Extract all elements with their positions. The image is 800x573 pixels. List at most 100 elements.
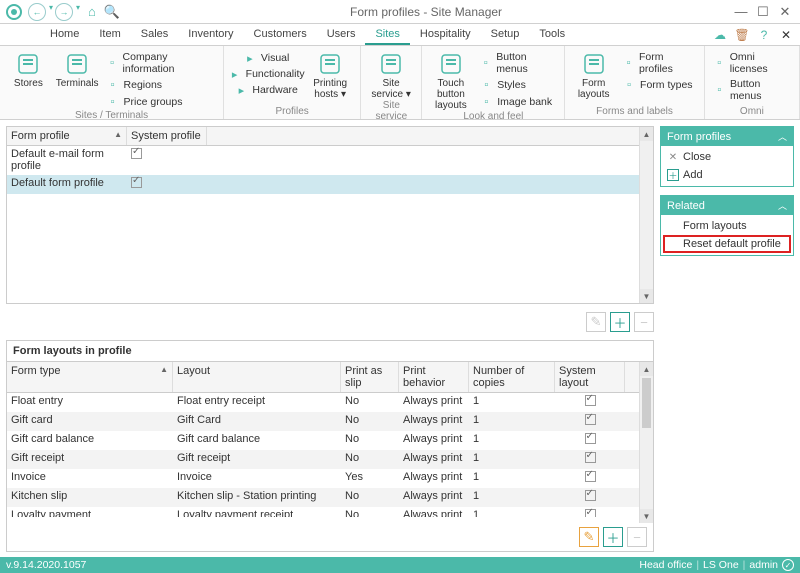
tab-setup[interactable]: Setup [481, 25, 530, 45]
column-header[interactable]: Print behavior [399, 362, 469, 392]
table-row[interactable]: Default form profile [7, 175, 653, 194]
table-row[interactable]: Default e-mail form profile [7, 146, 653, 175]
minimize-button[interactable]: — [732, 3, 750, 21]
ribbon-button[interactable]: Stores [6, 48, 51, 110]
ribbon-group: ▫Omni licenses▫Button menus Omni [705, 46, 800, 119]
ribbon-button[interactable]: Terminals [55, 48, 100, 110]
checkbox-icon [585, 509, 596, 517]
add-button[interactable]: ＋ [610, 312, 630, 332]
maximize-button[interactable]: ☐ [754, 3, 772, 21]
column-header[interactable]: System layout [555, 362, 625, 392]
remove-button[interactable]: − [634, 312, 654, 332]
edit-layout-button[interactable]: ✎ [579, 527, 599, 547]
search-icon[interactable]: 🔍 [104, 4, 120, 20]
column-header[interactable]: Form type▲ [7, 362, 173, 392]
table-row[interactable]: Gift card balanceGift card balanceNoAlwa… [7, 431, 653, 450]
ribbon-small-button[interactable]: ▫Styles [477, 77, 558, 93]
form-profiles-grid: Form profile▲System profile Default e-ma… [6, 126, 654, 304]
ribbon-small-button[interactable]: ▫Form types [620, 77, 698, 93]
ribbon-small-button[interactable]: ▫Omni licenses [711, 50, 793, 76]
table-row[interactable]: InvoiceInvoiceYesAlways print1 [7, 469, 653, 488]
home-icon[interactable]: ⌂ [88, 4, 96, 19]
trash-icon[interactable]: 🗑 [734, 27, 750, 43]
ribbon-group-label: Omni [711, 106, 793, 119]
column-header[interactable]: Number of copies [469, 362, 555, 392]
table-row[interactable]: Gift cardGift CardNoAlways print1 [7, 412, 653, 431]
ribbon-group: Form layouts▫Form profiles▫Form types For… [565, 46, 704, 119]
collapse-icon[interactable]: ︿ [778, 199, 787, 212]
status-segment: admin [749, 559, 778, 571]
tab-tools[interactable]: Tools [529, 25, 575, 45]
checkbox-icon [585, 490, 596, 501]
nav-forward-dropdown[interactable]: ▾ [76, 3, 80, 21]
scroll-down-icon[interactable]: ▼ [640, 509, 653, 523]
ribbon-small-button[interactable]: ▫Form profiles [620, 50, 698, 76]
table-row[interactable]: Kitchen slipKitchen slip - Station print… [7, 488, 653, 507]
ribbon-button[interactable]: Printing hosts ▾ [306, 48, 354, 106]
ribbon-small-button[interactable]: ▫Button menus [711, 77, 793, 103]
column-header[interactable]: Form profile▲ [7, 127, 127, 145]
table-row[interactable]: Float entryFloat entry receiptNoAlways p… [7, 393, 653, 412]
side-item[interactable]: ＋Add [663, 166, 791, 184]
scroll-thumb[interactable] [642, 378, 651, 428]
tab-home[interactable]: Home [40, 25, 89, 45]
ribbon-small-button[interactable]: ▫Image bank [477, 94, 558, 110]
ribbon-group: StoresTerminals▫Company information▫Regi… [0, 46, 224, 119]
ribbon-icon [316, 50, 344, 78]
ribbon-small-button[interactable]: ▫Price groups [104, 94, 218, 110]
side-panel-title: Form profiles [667, 131, 731, 143]
checkbox-icon [131, 148, 142, 159]
scroll-up-icon[interactable]: ▲ [640, 362, 653, 376]
plus-icon: ＋ [667, 169, 679, 181]
ribbon-button[interactable]: Form layouts [571, 48, 616, 106]
scrollbar[interactable]: ▲ ▼ [639, 127, 653, 303]
tab-hospitality[interactable]: Hospitality [410, 25, 481, 45]
side-item[interactable]: Form layouts [663, 217, 791, 235]
form-layouts-panel: Form layouts in profile Form type▲Layout… [6, 340, 654, 552]
side-item[interactable]: Reset default profile [663, 235, 791, 253]
ribbon-group-label: Profiles [230, 106, 354, 119]
ribbon-small-button[interactable]: ▫Button menus [477, 50, 558, 76]
tab-users[interactable]: Users [317, 25, 366, 45]
tab-sales[interactable]: Sales [131, 25, 179, 45]
ribbon-icon [580, 50, 608, 78]
scroll-up-icon[interactable]: ▲ [640, 127, 653, 141]
cloud-icon[interactable]: ☁ [712, 27, 728, 43]
tab-inventory[interactable]: Inventory [178, 25, 243, 45]
close-window-button[interactable]: ✕ [776, 3, 794, 21]
side-panel-form-profiles: Form profiles ︿ ✕Close＋Add [660, 126, 794, 187]
ribbon-button[interactable]: Touch button layouts [428, 48, 473, 111]
tab-customers[interactable]: Customers [244, 25, 317, 45]
ribbon-button[interactable]: ▸Visual▸Functionality▸Hardware [230, 48, 302, 106]
edit-button[interactable]: ✎ [586, 312, 606, 332]
tab-sites[interactable]: Sites [365, 25, 409, 45]
ribbon-group-label: Forms and labels [571, 106, 697, 119]
remove-layout-button[interactable]: − [627, 527, 647, 547]
column-header[interactable]: Layout [173, 362, 341, 392]
collapse-icon[interactable]: ︿ [778, 130, 787, 143]
column-header[interactable]: System profile [127, 127, 207, 145]
table-row[interactable]: Loyalty paymentLoyalty payment receiptNo… [7, 507, 653, 517]
side-item[interactable]: ✕Close [663, 148, 791, 166]
status-segment: LS One [703, 559, 739, 571]
side-panel-header[interactable]: Form profiles ︿ [661, 127, 793, 146]
nav-back-dropdown[interactable]: ▾ [49, 3, 53, 21]
add-layout-button[interactable]: ＋ [603, 527, 623, 547]
column-header[interactable]: Print as slip [341, 362, 399, 392]
title-bar: ←▾ →▾ ⌂ 🔍 Form profiles - Site Manager —… [0, 0, 800, 24]
tab-item[interactable]: Item [89, 25, 130, 45]
status-bar: v.9.14.2020.1057 Head office|LS One|admi… [0, 557, 800, 573]
ribbon-small-button[interactable]: ▫Company information [104, 50, 218, 76]
table-row[interactable]: Gift receiptGift receiptNoAlways print1 [7, 450, 653, 469]
nav-forward-button[interactable]: → [55, 3, 73, 21]
checkbox-icon [585, 452, 596, 463]
nav-back-button[interactable]: ← [28, 3, 46, 21]
scrollbar[interactable]: ▲ ▼ [639, 362, 653, 523]
side-panel-header[interactable]: Related ︿ [661, 196, 793, 215]
scroll-down-icon[interactable]: ▼ [640, 289, 653, 303]
ribbon-small-button[interactable]: ▫Regions [104, 77, 218, 93]
close-tab-icon[interactable]: ✕ [778, 27, 794, 43]
ribbon-small-icon: ▫ [479, 95, 493, 109]
help-icon[interactable]: ? [756, 27, 772, 43]
ribbon-button[interactable]: Site service ▾ [367, 48, 415, 100]
